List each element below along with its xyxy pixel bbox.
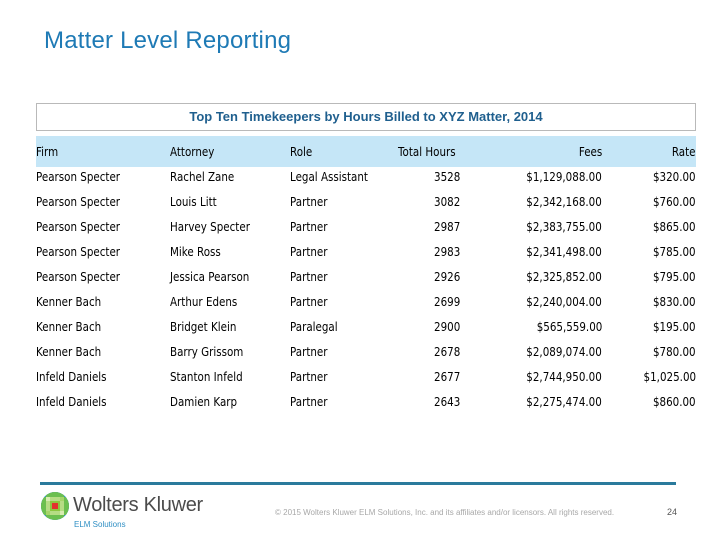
cell-total-hours: 2926 bbox=[434, 270, 461, 284]
page-number: 24 bbox=[667, 507, 678, 517]
cell-total-hours: 2900 bbox=[434, 320, 461, 334]
cell-role: Partner bbox=[290, 345, 328, 359]
cell-rate: $320.00 bbox=[653, 170, 696, 184]
cell-role: Paralegal bbox=[290, 320, 338, 334]
cell-role: Partner bbox=[290, 370, 328, 384]
cell-role: Partner bbox=[290, 270, 328, 284]
cell-firm: Pearson Specter bbox=[36, 170, 121, 184]
cell-total-hours: 2678 bbox=[434, 345, 461, 359]
cell-role: Partner bbox=[290, 245, 328, 259]
cell-fees: $2,325,852.00 bbox=[526, 270, 602, 284]
cell-firm: Pearson Specter bbox=[36, 270, 121, 284]
cell-rate: $760.00 bbox=[653, 195, 696, 209]
cell-firm: Kenner Bach bbox=[36, 320, 102, 334]
cell-total-hours: 2643 bbox=[434, 395, 461, 409]
cell-attorney: Damien Karp bbox=[170, 395, 238, 409]
column-header-role: Role bbox=[290, 145, 313, 159]
cell-role: Legal Assistant bbox=[290, 170, 368, 184]
brand-name: Wolters Kluwer bbox=[73, 494, 203, 516]
table-row: Pearson Specter Jessica Pearson Partner 292… bbox=[36, 266, 696, 291]
cell-fees: $2,383,755.00 bbox=[526, 220, 602, 234]
copyright-notice: © 2015 Wolters Kluwer ELM Solutions, Inc… bbox=[275, 508, 615, 517]
cell-attorney: Arthur Edens bbox=[170, 295, 238, 309]
footer-divider bbox=[40, 482, 676, 485]
cell-fees: $2,342,168.00 bbox=[526, 195, 602, 209]
cell-firm: Infeld Daniels bbox=[36, 395, 107, 409]
cell-fees: $2,341,498.00 bbox=[526, 245, 602, 259]
cell-firm: Pearson Specter bbox=[36, 195, 121, 209]
table-row: Kenner Bach Bridget Klein Paralegal 2900 $56… bbox=[36, 316, 696, 341]
cell-rate: $795.00 bbox=[653, 270, 696, 284]
table-row: Kenner Bach Barry Grissom Partner 2678 $2,08… bbox=[36, 341, 696, 366]
cell-attorney: Rachel Zane bbox=[170, 170, 235, 184]
cell-role: Partner bbox=[290, 295, 328, 309]
cell-attorney: Mike Ross bbox=[170, 245, 221, 259]
table-caption: Top Ten Timekeepers by Hours Billed to X… bbox=[36, 103, 696, 131]
table-row: Infeld Daniels Damien Karp Partner 2643 $2,2… bbox=[36, 391, 696, 416]
cell-role: Partner bbox=[290, 220, 328, 234]
cell-fees: $1,129,088.00 bbox=[526, 170, 602, 184]
table-row: Pearson Specter Mike Ross Partner 2983 $2,34… bbox=[36, 241, 696, 266]
table-row: Pearson Specter Harvey Specter Partner 2987… bbox=[36, 216, 696, 241]
cell-total-hours: 2983 bbox=[434, 245, 461, 259]
cell-attorney: Bridget Klein bbox=[170, 320, 237, 334]
column-header-firm: Firm bbox=[36, 145, 59, 159]
cell-attorney: Louis Litt bbox=[170, 195, 217, 209]
cell-total-hours: 3528 bbox=[434, 170, 461, 184]
brand-subtitle: ELM Solutions bbox=[74, 520, 126, 529]
cell-attorney: Jessica Pearson bbox=[170, 270, 250, 284]
cell-fees: $565,559.00 bbox=[536, 320, 602, 334]
cell-attorney: Barry Grissom bbox=[170, 345, 244, 359]
table-row: Pearson Specter Louis Litt Partner 3082 $2,3… bbox=[36, 191, 696, 216]
cell-role: Partner bbox=[290, 195, 328, 209]
cell-attorney: Stanton Infeld bbox=[170, 370, 243, 384]
table-row: Kenner Bach Arthur Edens Partner 2699 $2,240… bbox=[36, 291, 696, 316]
cell-fees: $2,275,474.00 bbox=[526, 395, 602, 409]
slide-title: Matter Level Reporting bbox=[44, 27, 292, 54]
cell-fees: $2,240,004.00 bbox=[526, 295, 602, 309]
cell-rate: $780.00 bbox=[653, 345, 696, 359]
cell-fees: $2,744,950.00 bbox=[526, 370, 602, 384]
table-header-row: Firm Attorney Role Total Hours Fees Rate bbox=[36, 136, 696, 167]
cell-attorney: Harvey Specter bbox=[170, 220, 250, 234]
cell-firm: Kenner Bach bbox=[36, 295, 102, 309]
table-row: Infeld Daniels Stanton Infeld Partner 2677 $… bbox=[36, 366, 696, 391]
cell-total-hours: 2699 bbox=[434, 295, 461, 309]
cell-rate: $865.00 bbox=[653, 220, 696, 234]
cell-total-hours: 2677 bbox=[434, 370, 461, 384]
column-header-rate: Rate bbox=[672, 145, 696, 159]
column-header-attorney: Attorney bbox=[170, 145, 215, 159]
cell-firm: Infeld Daniels bbox=[36, 370, 107, 384]
column-header-total-hours: Total Hours bbox=[398, 145, 456, 159]
cell-rate: $860.00 bbox=[653, 395, 696, 409]
table-row: Pearson Specter Rachel Zane Legal Assistan… bbox=[36, 166, 696, 191]
cell-firm: Kenner Bach bbox=[36, 345, 102, 359]
cell-rate: $830.00 bbox=[653, 295, 696, 309]
cell-rate: $1,025.00 bbox=[643, 370, 696, 384]
cell-role: Partner bbox=[290, 395, 328, 409]
cell-rate: $195.00 bbox=[653, 320, 696, 334]
column-header-fees: Fees bbox=[578, 145, 602, 159]
cell-total-hours: 2987 bbox=[434, 220, 461, 234]
cell-rate: $785.00 bbox=[653, 245, 696, 259]
cell-firm: Pearson Specter bbox=[36, 245, 121, 259]
cell-fees: $2,089,074.00 bbox=[526, 345, 602, 359]
cell-firm: Pearson Specter bbox=[36, 220, 121, 234]
cell-total-hours: 3082 bbox=[434, 195, 461, 209]
wolters-kluwer-globe-icon bbox=[41, 492, 69, 520]
